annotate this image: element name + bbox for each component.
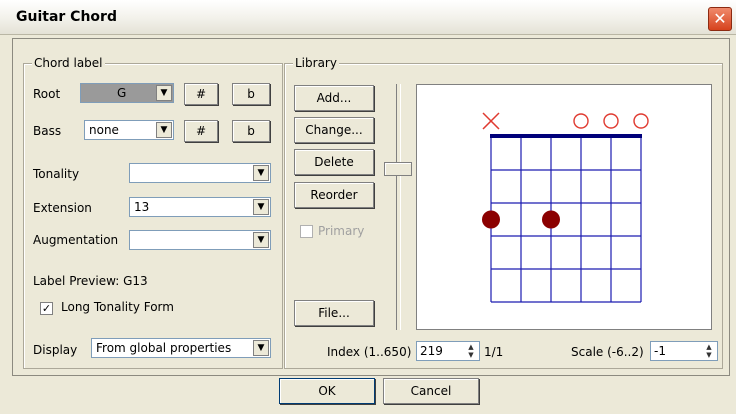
augmentation-label: Augmentation: [33, 233, 119, 247]
finger-dot: [482, 210, 500, 229]
ok-button[interactable]: OK: [279, 378, 375, 404]
file-button[interactable]: File...: [294, 300, 374, 326]
check-icon: ✓: [41, 302, 52, 315]
change-button[interactable]: Change...: [294, 117, 374, 143]
cancel-button[interactable]: Cancel: [383, 378, 479, 404]
long-tonality-checkbox[interactable]: ✓: [40, 302, 53, 315]
primary-label: Primary: [318, 224, 365, 238]
bass-select[interactable]: none ▼: [84, 120, 174, 140]
label-preview: Label Preview: G13: [33, 274, 148, 288]
root-value: G: [117, 86, 127, 100]
chevron-down-icon[interactable]: ▼: [253, 340, 269, 356]
reorder-button[interactable]: Reorder: [294, 182, 374, 208]
bass-label: Bass: [33, 124, 62, 138]
index-label: Index (1..650): [327, 345, 412, 359]
open-string-icon: [573, 113, 589, 129]
display-select[interactable]: From global properties ▼: [91, 338, 271, 358]
nut-bar: [490, 134, 642, 138]
string-markers: [482, 112, 649, 130]
extension-label: Extension: [33, 201, 92, 215]
delete-button[interactable]: Delete: [294, 149, 374, 175]
scale-spinner[interactable]: -1 ▲ ▼: [650, 341, 718, 361]
fretboard-grid: [490, 134, 642, 303]
window-title: Guitar Chord: [16, 9, 117, 25]
bass-sharp-button[interactable]: #: [184, 120, 218, 142]
root-label: Root: [33, 87, 61, 101]
root-select[interactable]: G ▼: [80, 83, 174, 103]
finger-dot: [542, 210, 560, 229]
extension-select[interactable]: 13 ▼: [129, 197, 271, 217]
scale-value: -1: [654, 344, 666, 358]
chevron-down-icon[interactable]: ▼: [253, 232, 269, 248]
chevron-down-icon[interactable]: ▼: [156, 122, 172, 138]
chord-diagram: [416, 84, 712, 330]
slider-thumb[interactable]: [384, 162, 412, 176]
root-sharp-button[interactable]: #: [184, 83, 218, 105]
bass-value: none: [89, 123, 119, 137]
display-label: Display: [33, 343, 78, 357]
display-value: From global properties: [96, 341, 232, 355]
tonality-select[interactable]: ▼: [129, 163, 271, 183]
spinner-arrows-icon[interactable]: ▲ ▼: [702, 343, 716, 359]
chord-label-legend: Chord label: [32, 56, 105, 70]
extension-value: 13: [134, 200, 150, 214]
chord-diagram-svg: [482, 112, 649, 303]
add-button[interactable]: Add...: [294, 85, 374, 111]
open-string-icon: [633, 113, 649, 129]
root-flat-button[interactable]: b: [232, 83, 270, 105]
open-string-icon: [603, 113, 619, 129]
chevron-down-icon[interactable]: ▼: [253, 199, 269, 215]
long-tonality-label: Long Tonality Form: [61, 300, 174, 314]
spinner-arrows-icon[interactable]: ▲ ▼: [464, 343, 478, 359]
index-page: 1/1: [484, 345, 504, 359]
guitar-chord-dialog: Guitar Chord ✕ Chord label Root G ▼ # b …: [0, 0, 736, 414]
primary-checkbox[interactable]: [300, 225, 313, 238]
bass-flat-button[interactable]: b: [232, 120, 270, 142]
augmentation-select[interactable]: ▼: [129, 230, 271, 250]
index-value: 219: [420, 344, 443, 358]
title-bar: Guitar Chord ✕: [0, 0, 736, 35]
chevron-down-icon[interactable]: ▼: [253, 165, 269, 181]
tonality-label: Tonality: [33, 167, 80, 181]
index-spinner[interactable]: 219 ▲ ▼: [416, 341, 480, 361]
scale-label: Scale (-6..2): [571, 345, 644, 359]
close-icon[interactable]: ✕: [708, 7, 732, 31]
library-legend: Library: [293, 56, 339, 70]
slider-track[interactable]: [396, 84, 401, 330]
chevron-down-icon[interactable]: ▼: [156, 85, 172, 101]
